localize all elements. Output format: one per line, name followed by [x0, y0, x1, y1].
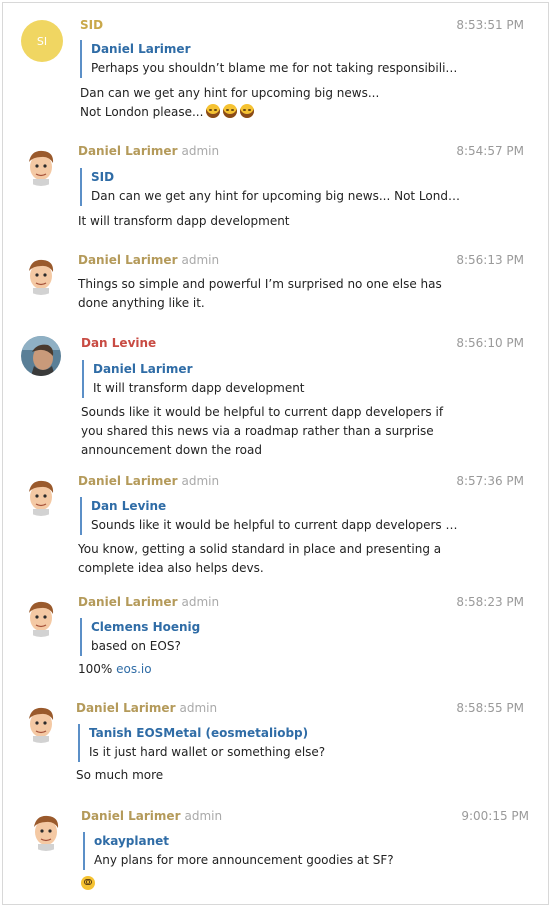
dan-levine-avatar-icon	[21, 336, 61, 376]
chat-window: SI SID 8:53:51 PM Daniel Larimer Perhaps…	[2, 2, 549, 905]
sender-name[interactable]: SID	[80, 18, 103, 32]
message-line: It will transform dapp development	[78, 214, 290, 228]
avatar[interactable]: SI	[21, 20, 63, 62]
message-line: Dan can we get any hint for upcoming big…	[80, 86, 380, 100]
sender-name[interactable]: Daniel Larimer admin	[78, 253, 219, 267]
daniel-larimer-avatar-icon	[21, 146, 61, 186]
quote-text: based on EOS?	[91, 639, 181, 653]
avatar[interactable]	[21, 146, 61, 186]
daniel-larimer-avatar-icon	[21, 255, 61, 295]
sender-name-text[interactable]: Daniel Larimer	[78, 144, 177, 158]
admin-badge: admin	[181, 144, 220, 158]
daniel-larimer-avatar-icon	[21, 703, 61, 743]
sender-name[interactable]: Daniel Larimer admin	[78, 595, 219, 609]
message-body: It will transform dapp development	[78, 212, 468, 231]
admin-badge: admin	[181, 595, 220, 609]
message-line: Sounds like it would be helpful to curre…	[81, 405, 444, 419]
admin-badge: admin	[179, 701, 218, 715]
reply-quote[interactable]: Daniel Larimer It will transform dapp de…	[82, 360, 463, 398]
message-text: 100%	[78, 662, 117, 676]
quote-author: Dan Levine	[91, 499, 167, 513]
message-time: 8:56:13 PM	[456, 253, 524, 267]
quote-text: Any plans for more announcement goodies …	[94, 853, 394, 867]
message-line-with-emoji: Not London please...	[80, 103, 470, 122]
reply-quote[interactable]: Clemens Hoenig based on EOS?	[80, 618, 461, 656]
avatar-initials: SI	[36, 34, 48, 48]
admin-badge: admin	[181, 253, 220, 267]
daniel-larimer-avatar-icon	[21, 597, 61, 637]
sender-name[interactable]: Daniel Larimer admin	[81, 809, 222, 823]
sender-name[interactable]: Dan Levine	[81, 336, 156, 350]
sender-name-text[interactable]: Daniel Larimer	[78, 474, 177, 488]
quote-author: okayplanet	[94, 834, 169, 848]
message-line: Not London please...	[80, 105, 204, 119]
avatar[interactable]	[26, 811, 66, 851]
joy-emoji-icon	[240, 104, 255, 118]
avatar[interactable]	[21, 336, 61, 376]
message-line: complete idea also helps devs.	[78, 561, 264, 575]
reply-quote[interactable]: Daniel Larimer Perhaps you shouldn’t bla…	[80, 40, 461, 78]
sender-name-text[interactable]: Daniel Larimer	[81, 809, 180, 823]
quote-text: Perhaps you shouldn’t blame me for not t…	[91, 61, 458, 75]
quote-text: It will transform dapp development	[93, 381, 305, 395]
message-body: Things so simple and powerful I’m surpri…	[78, 275, 468, 313]
daniel-larimer-avatar-icon	[26, 811, 66, 851]
sender-name-text[interactable]: Dan Levine	[81, 336, 156, 350]
message-line: done anything like it.	[78, 296, 205, 310]
quote-author: Daniel Larimer	[93, 362, 193, 376]
sender-name-text[interactable]: Daniel Larimer	[76, 701, 175, 715]
message-line: You know, getting a solid standard in pl…	[78, 542, 442, 556]
joy-emoji-icon	[206, 104, 221, 118]
sender-name[interactable]: Daniel Larimer admin	[76, 701, 217, 715]
avatar[interactable]	[21, 255, 61, 295]
message-time: 8:57:36 PM	[456, 474, 524, 488]
avatar[interactable]	[21, 476, 61, 516]
daniel-larimer-avatar-icon	[21, 476, 61, 516]
quote-author: SID	[91, 170, 115, 184]
reply-quote[interactable]: Tanish EOSMetal (eosmetaliobp) Is it jus…	[78, 724, 459, 762]
sender-name-text[interactable]: SID	[80, 18, 103, 32]
quote-text: Dan can we get any hint for upcoming big…	[91, 189, 460, 203]
message-body: You know, getting a solid standard in pl…	[78, 540, 498, 578]
sender-name-text[interactable]: Daniel Larimer	[78, 253, 177, 267]
nerd-face-emoji-icon	[81, 876, 95, 890]
message-time: 8:58:23 PM	[456, 595, 524, 609]
avatar[interactable]	[21, 703, 61, 743]
joy-emoji-icon	[223, 104, 238, 118]
message-time: 8:53:51 PM	[456, 18, 524, 32]
reply-quote[interactable]: Dan Levine Sounds like it would be helpf…	[80, 497, 461, 535]
message-body: 100% eos.io	[78, 660, 468, 679]
reply-quote[interactable]: SID Dan can we get any hint for upcoming…	[80, 168, 461, 206]
reply-quote[interactable]: okayplanet Any plans for more announceme…	[83, 832, 464, 870]
message-line: Things so simple and powerful I’m surpri…	[78, 277, 442, 291]
message-time: 9:00:15 PM	[461, 809, 529, 823]
message-body	[81, 875, 471, 894]
eos-link[interactable]: eos.io	[116, 662, 151, 676]
message-line: So much more	[76, 768, 164, 782]
message-time: 8:56:10 PM	[456, 336, 524, 350]
message-line: announcement down the road	[81, 443, 262, 457]
quote-author: Clemens Hoenig	[91, 620, 201, 634]
message-time: 8:54:57 PM	[456, 144, 524, 158]
sender-name-text[interactable]: Daniel Larimer	[78, 595, 177, 609]
avatar[interactable]	[21, 597, 61, 637]
message-line: you shared this news via a roadmap rathe…	[81, 424, 434, 438]
admin-badge: admin	[181, 474, 220, 488]
quote-author: Daniel Larimer	[91, 42, 191, 56]
sender-name[interactable]: Daniel Larimer admin	[78, 144, 219, 158]
message-body: So much more	[76, 766, 466, 785]
quote-text: Is it just hard wallet or something else…	[89, 745, 326, 759]
quote-author: Tanish EOSMetal (eosmetaliobp)	[89, 726, 309, 740]
message-time: 8:58:55 PM	[456, 701, 524, 715]
admin-badge: admin	[184, 809, 223, 823]
message-body: Sounds like it would be helpful to curre…	[81, 403, 501, 460]
sender-name[interactable]: Daniel Larimer admin	[78, 474, 219, 488]
quote-text: Sounds like it would be helpful to curre…	[91, 518, 458, 532]
message-body: Dan can we get any hint for upcoming big…	[80, 84, 470, 122]
